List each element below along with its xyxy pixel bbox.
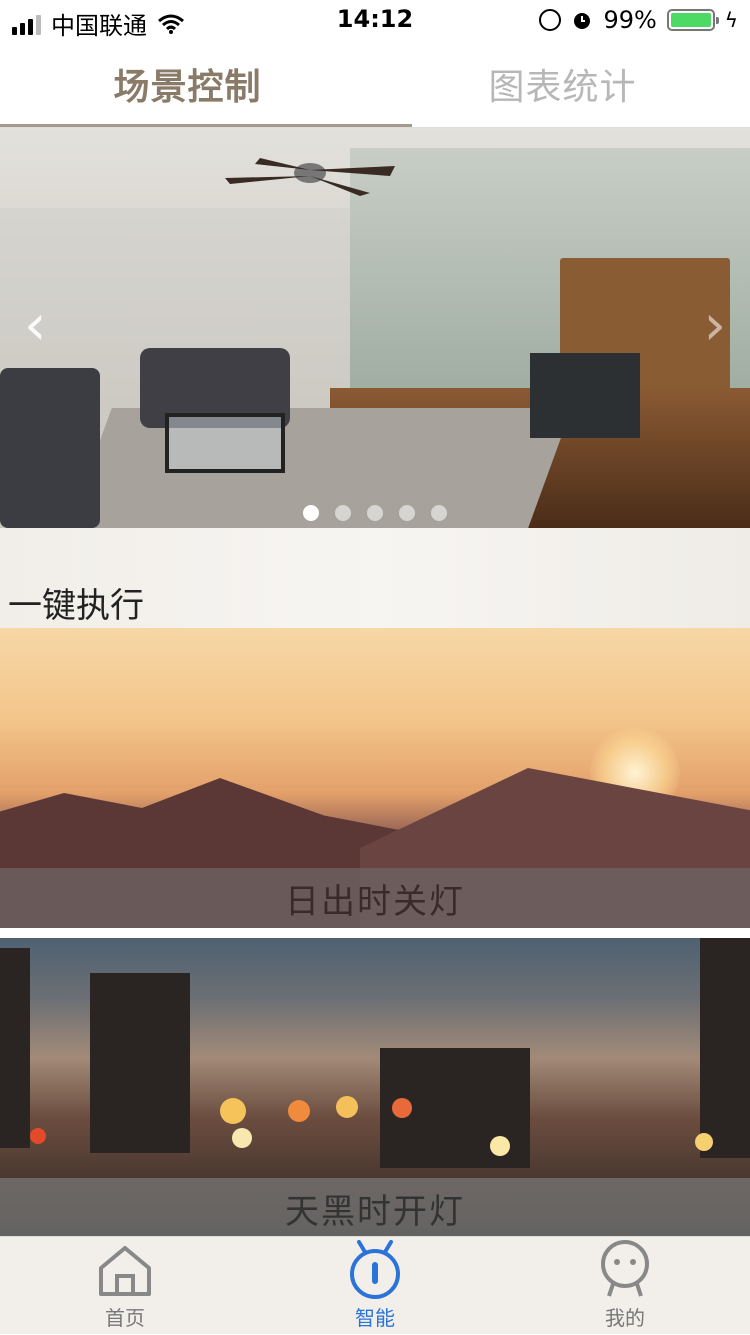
status-right: 99% ϟ [539, 6, 738, 34]
tab-scene-control[interactable]: 场景控制 [0, 40, 375, 128]
banner-photo-island [530, 353, 640, 438]
scene-photo-bokeh [220, 1098, 246, 1124]
battery-icon [666, 9, 719, 31]
carousel-dot[interactable] [431, 505, 447, 521]
banner-carousel[interactable]: ‹ › [0, 128, 750, 528]
scene-photo-bokeh [695, 1133, 713, 1151]
active-tab-indicator [0, 124, 412, 127]
carousel-pagination [0, 505, 750, 521]
scene-card-sunrise[interactable]: 日出时关灯 [0, 628, 750, 928]
charging-icon: ϟ [724, 8, 738, 32]
scene-label: 日出时关灯 [0, 868, 750, 928]
banner-photo-sofa [0, 368, 100, 528]
alarm-icon [574, 13, 591, 29]
banner-photo-ceiling-fan [225, 158, 395, 196]
orientation-lock-icon [539, 9, 562, 31]
carousel-next-icon[interactable]: › [704, 298, 726, 354]
scene-photo-bokeh [232, 1128, 252, 1148]
carousel-dot[interactable] [399, 505, 415, 521]
carousel-dot[interactable] [367, 505, 383, 521]
tab-label: 智能 [355, 1306, 395, 1330]
status-bar: 中国联通 14:12 99% ϟ [0, 0, 750, 40]
scene-label: 天黑时开灯 [0, 1178, 750, 1238]
home-icon [99, 1246, 151, 1296]
tab-smart[interactable]: 智能 [250, 1237, 500, 1335]
scene-photo-building [0, 948, 30, 1148]
profile-icon [601, 1240, 649, 1297]
battery-percent: 99% [603, 6, 657, 34]
tab-chart-statistics[interactable]: 图表统计 [375, 40, 750, 128]
section-title: 一键执行 [8, 586, 144, 626]
scene-photo-bokeh [490, 1136, 510, 1156]
scene-card-nightfall[interactable]: 天黑时开灯 [0, 938, 750, 1238]
section-header: 一键执行 [0, 528, 750, 628]
scene-photo-bokeh [336, 1096, 358, 1118]
banner-photo-coffee-table [165, 413, 285, 473]
scene-photo-building [700, 938, 750, 1158]
top-tab-bar: 场景控制 图表统计 [0, 40, 750, 128]
tab-label: 首页 [105, 1306, 145, 1330]
scene-photo-bokeh [288, 1100, 310, 1122]
carousel-prev-icon[interactable]: ‹ [24, 298, 46, 354]
scene-photo-building [90, 973, 190, 1153]
tab-home[interactable]: 首页 [0, 1237, 250, 1335]
scene-photo-bokeh [30, 1128, 46, 1144]
scene-photo-bokeh [392, 1098, 412, 1118]
carousel-dot[interactable] [303, 505, 319, 521]
smart-robot-icon [350, 1240, 400, 1299]
tab-label: 我的 [605, 1306, 645, 1330]
bottom-tab-bar: 首页 智能 我的 [0, 1236, 750, 1334]
carousel-dot[interactable] [335, 505, 351, 521]
tab-profile[interactable]: 我的 [500, 1237, 750, 1335]
